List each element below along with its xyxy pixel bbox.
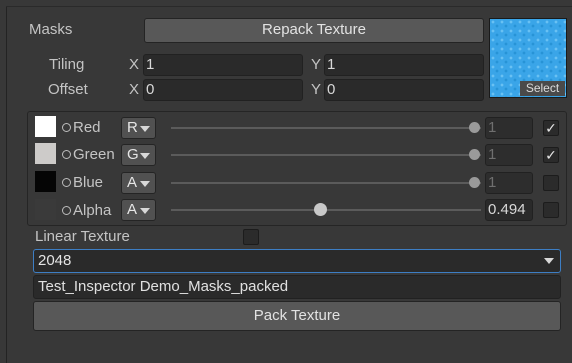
blue-slider-thumb[interactable]	[468, 177, 480, 188]
tiling-y-field[interactable]: 1	[324, 54, 484, 76]
chevron-down-icon	[140, 208, 150, 214]
red-enabled-checkbox[interactable]: ✓	[543, 120, 559, 136]
green-slider-track[interactable]	[171, 154, 481, 156]
blue-slider-track[interactable]	[171, 182, 481, 184]
green-channel-icon	[62, 150, 71, 159]
green-color-swatch[interactable]	[35, 143, 56, 164]
blue-value-field[interactable]: 1	[485, 172, 533, 194]
tiling-y-label: Y	[311, 56, 322, 73]
alpha-channel-label: Alpha	[73, 202, 112, 219]
blue-source-value: A	[127, 174, 138, 191]
blue-source-dropdown[interactable]: A	[121, 172, 156, 194]
tiling-x-label: X	[129, 56, 140, 73]
blue-enabled-checkbox[interactable]	[543, 175, 559, 191]
offset-y-field[interactable]: 0	[324, 79, 484, 101]
tiling-label: Tiling	[49, 56, 85, 73]
blue-color-swatch[interactable]	[35, 171, 56, 192]
blue-channel-label: Blue	[73, 174, 104, 191]
red-channel-label: Red	[73, 119, 101, 136]
green-source-value: G	[127, 146, 139, 163]
output-name-field[interactable]: Test_Inspector Demo_Masks_packed	[33, 275, 561, 299]
masks-label: Masks	[29, 21, 73, 38]
green-value-field[interactable]: 1	[485, 144, 533, 166]
resolution-dropdown[interactable]: 2048	[33, 249, 561, 273]
red-color-swatch[interactable]	[35, 116, 56, 137]
red-value-field[interactable]: 1	[485, 117, 533, 139]
red-source-value: R	[127, 119, 138, 136]
alpha-value-field[interactable]: 0.494	[485, 199, 533, 221]
chevron-down-icon	[140, 153, 150, 159]
check-icon: ✓	[545, 120, 557, 136]
texture-preview[interactable]: Select	[489, 18, 567, 98]
offset-y-label: Y	[311, 81, 322, 98]
red-slider-track[interactable]	[171, 127, 481, 129]
red-source-dropdown[interactable]: R	[121, 117, 156, 139]
tiling-x-field[interactable]: 1	[143, 54, 303, 76]
offset-x-label: X	[129, 81, 140, 98]
linear-texture-label: Linear Texture	[35, 228, 130, 245]
chevron-down-icon	[544, 258, 554, 264]
offset-label: Offset	[48, 81, 88, 98]
alpha-enabled-checkbox[interactable]	[543, 202, 559, 218]
panel-top-border	[6, 6, 572, 7]
alpha-source-value: A	[127, 201, 138, 218]
texture-select-button[interactable]: Select	[520, 81, 565, 96]
resolution-value: 2048	[38, 252, 72, 269]
alpha-source-dropdown[interactable]: A	[121, 199, 156, 221]
green-channel-label: Green	[73, 146, 115, 163]
alpha-channel-icon	[62, 206, 71, 215]
repack-texture-button[interactable]: Repack Texture	[144, 18, 484, 43]
red-slider-thumb[interactable]	[468, 122, 480, 133]
green-slider-thumb[interactable]	[468, 149, 480, 160]
check-icon: ✓	[545, 147, 557, 163]
chevron-down-icon	[140, 181, 150, 187]
offset-x-field[interactable]: 0	[143, 79, 303, 101]
green-source-dropdown[interactable]: G	[121, 144, 156, 166]
alpha-color-swatch[interactable]	[35, 199, 56, 220]
red-channel-icon	[62, 123, 71, 132]
chevron-down-icon	[140, 126, 150, 132]
green-enabled-checkbox[interactable]: ✓	[543, 147, 559, 163]
pack-texture-button[interactable]: Pack Texture	[33, 301, 561, 331]
linear-texture-checkbox[interactable]	[243, 229, 259, 245]
blue-channel-icon	[62, 178, 71, 187]
panel-left-border	[6, 6, 7, 363]
